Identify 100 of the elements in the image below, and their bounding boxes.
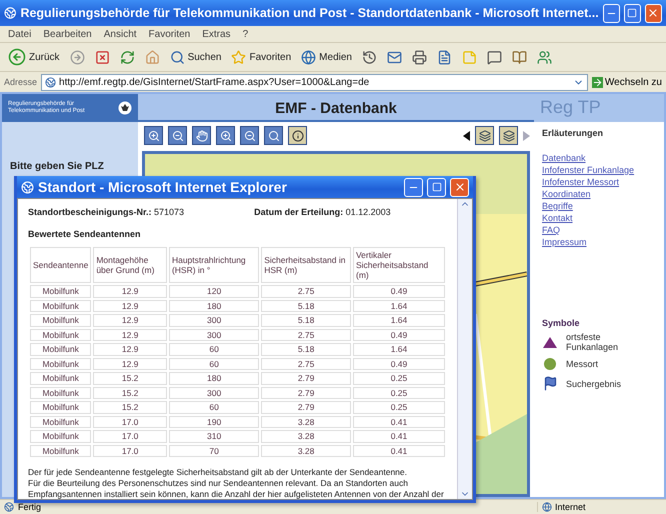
address-field[interactable]: http://emf.regtp.de/GisInternet/StartFrame.aspx?User=1000&Lang=de	[41, 74, 588, 90]
map-tool-button[interactable]	[288, 126, 307, 145]
info-icon	[292, 130, 304, 142]
table-cell: 70	[168, 444, 260, 457]
legend-label: ortsfeste Funkanlagen	[566, 332, 620, 352]
table-cell: 17.0	[93, 430, 167, 442]
sidebar-link[interactable]: Infofenster Messort	[542, 177, 620, 187]
sidebar-link[interactable]: Impressum	[542, 237, 587, 247]
sidebar-link[interactable]: Koordinaten	[542, 189, 591, 199]
home-icon	[144, 50, 160, 64]
table-cell: 2.75	[261, 328, 351, 341]
table-cell: 60	[168, 401, 260, 414]
flag-icon	[542, 376, 558, 391]
column-header: Hauptstrahlrichtung (HSR) in °	[168, 247, 260, 283]
printer-button[interactable]	[410, 48, 429, 66]
search-button[interactable]: Suchen	[168, 48, 224, 66]
menu-item[interactable]: Ansicht	[104, 28, 137, 40]
back-icon	[8, 48, 26, 66]
dot-icon	[544, 358, 556, 370]
table-cell: 300	[168, 386, 260, 399]
table-cell: 0.25	[352, 386, 445, 399]
window-title: Standort - Microsoft Internet Explorer	[38, 179, 288, 195]
back-button[interactable]: Zurück	[6, 46, 62, 68]
note-icon	[462, 50, 477, 64]
layer-button[interactable]	[499, 126, 518, 145]
table-cell: 1.64	[352, 314, 445, 326]
zone-text: Internet	[537, 502, 662, 512]
table-cell: 15.2	[93, 401, 167, 414]
maximize-button[interactable]	[624, 4, 641, 22]
maximize-button[interactable]	[427, 178, 446, 196]
menu-item[interactable]: Favoriten	[148, 28, 190, 40]
close-button[interactable]	[450, 178, 469, 196]
table-cell: 0.49	[352, 285, 445, 298]
minimize-button[interactable]	[602, 4, 620, 22]
table-cell: Mobilfunk	[30, 328, 92, 341]
brand-text: Reg TP	[539, 96, 602, 119]
issue-date: Datum der Erteilung: 01.12.2003	[254, 207, 391, 217]
table-cell: Mobilfunk	[30, 372, 92, 384]
status-text: Fertig	[18, 502, 42, 512]
table-cell: 2.79	[261, 401, 351, 414]
forward-icon	[70, 50, 85, 64]
table-cell: 3.28	[261, 430, 351, 442]
menu-item[interactable]: ?	[242, 28, 248, 40]
table-cell: Mobilfunk	[30, 314, 92, 326]
section-heading: Bewertete Sendeantennen	[28, 229, 142, 239]
map-tool-button[interactable]	[192, 126, 211, 145]
table-cell: Mobilfunk	[30, 358, 92, 370]
search-icon	[170, 50, 185, 64]
mail-icon	[386, 50, 402, 64]
maximize-icon	[432, 182, 442, 192]
book-icon	[512, 50, 527, 64]
close-button[interactable]	[644, 4, 662, 22]
map-tool-button[interactable]	[264, 126, 283, 145]
zoom-in-icon	[220, 130, 232, 142]
table-cell: 2.75	[261, 285, 351, 298]
sidebar-link[interactable]: FAQ	[542, 225, 560, 235]
table-cell: 3.28	[261, 444, 351, 457]
page-icon	[4, 502, 14, 512]
column-header: Sicherheitsabstand in HSR (m)	[261, 247, 351, 283]
table-cell: 12.9	[93, 328, 167, 341]
map-tool-button[interactable]	[168, 126, 187, 145]
menu-item[interactable]: Datei	[8, 28, 32, 40]
table-cell: 0.41	[352, 416, 445, 428]
zoom-in-icon	[148, 130, 160, 142]
table-cell: 60	[168, 358, 260, 370]
minimize-button[interactable]	[404, 178, 423, 196]
sidebar-link[interactable]: Kontakt	[542, 213, 573, 223]
table-cell: 120	[168, 285, 260, 298]
menu-item[interactable]: Extras	[202, 28, 231, 40]
go-button[interactable]: Wechseln zu	[592, 76, 662, 88]
previous-arrow-icon[interactable]	[463, 130, 470, 140]
table-cell: 0.25	[352, 372, 445, 384]
globe-icon	[301, 50, 316, 64]
search-icon	[268, 130, 280, 142]
table-cell: 0.49	[352, 358, 445, 370]
map-tool-button[interactable]	[240, 126, 259, 145]
globe-button[interactable]: Medien	[299, 48, 354, 66]
scrollbar[interactable]	[457, 199, 472, 499]
triangle-icon	[543, 336, 557, 348]
table-cell: 300	[168, 328, 260, 341]
prompt-text: Bitte geben Sie PLZ	[10, 161, 104, 172]
star-button[interactable]: Favoriten	[229, 48, 294, 66]
history-icon	[362, 50, 377, 64]
document-icon	[436, 50, 452, 64]
table-cell: Mobilfunk	[30, 430, 92, 442]
map-tool-button[interactable]	[144, 126, 163, 145]
legend-label: Messort	[566, 359, 600, 369]
column-header: Vertikaler Sicherheitsabstand (m)	[352, 247, 445, 283]
printer-icon	[412, 50, 427, 64]
section-heading: Symbole	[542, 318, 581, 328]
table-cell: 5.18	[261, 343, 351, 356]
menu-item[interactable]: Bearbeiten	[43, 28, 92, 40]
table-cell: Mobilfunk	[30, 401, 92, 414]
star-icon	[231, 50, 246, 64]
sidebar-link[interactable]: Datenbank	[542, 153, 586, 163]
globe-icon	[542, 502, 552, 512]
map-tool-button[interactable]	[216, 126, 235, 145]
sidebar-link[interactable]: Infofenster Funkanlage	[542, 165, 634, 175]
sidebar-link[interactable]: Begriffe	[542, 201, 573, 211]
layer-button[interactable]	[475, 126, 494, 145]
